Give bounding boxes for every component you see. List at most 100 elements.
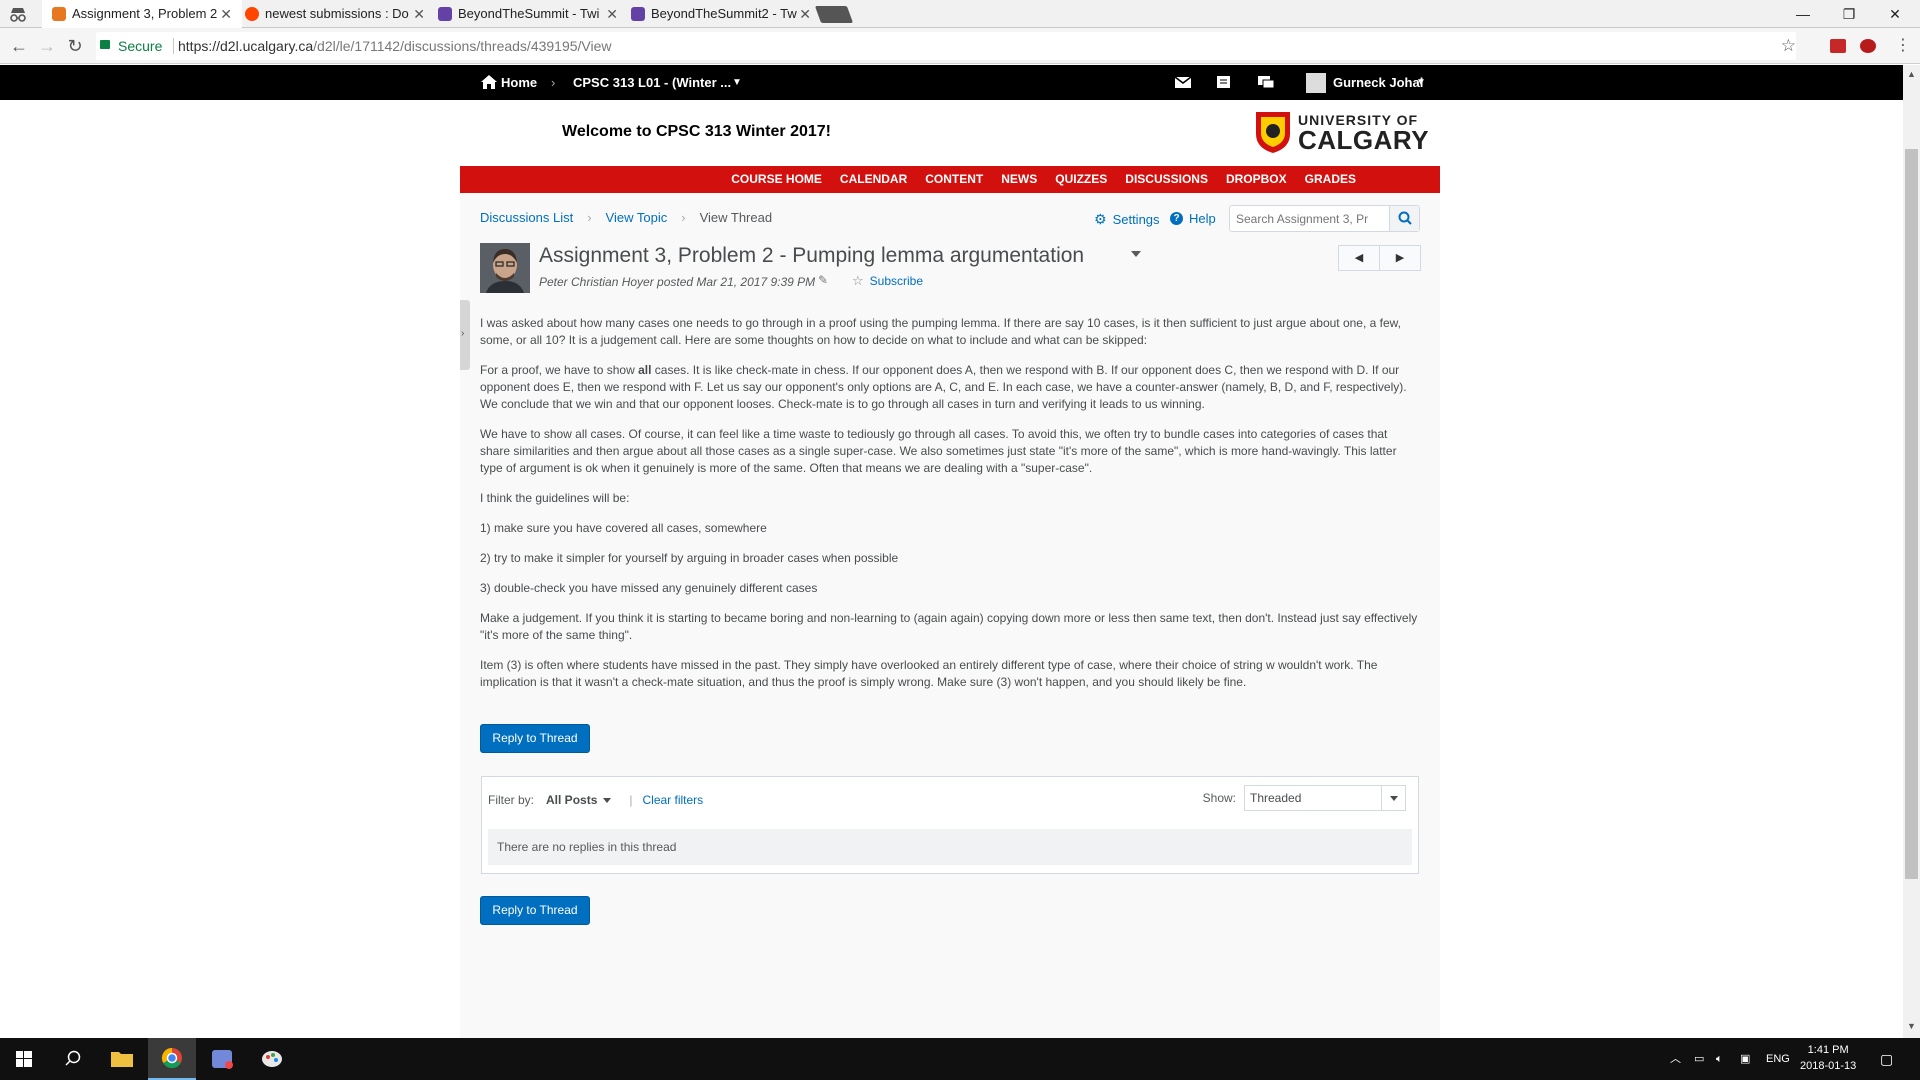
chrome-taskbar-button[interactable] [148, 1038, 196, 1080]
search-input[interactable] [1230, 206, 1390, 231]
paint-taskbar-button[interactable] [248, 1038, 296, 1080]
message-alerts-icon[interactable] [1174, 74, 1192, 90]
nav-content[interactable]: CONTENT [916, 166, 992, 193]
battery-icon[interactable]: ▭ [1694, 1038, 1704, 1080]
discord-taskbar-button[interactable] [198, 1038, 246, 1080]
search-icon [1398, 211, 1412, 225]
network-icon[interactable]: ▣ [1740, 1038, 1750, 1080]
search-button[interactable] [1389, 206, 1419, 231]
nav-course-home[interactable]: COURSE HOME [722, 166, 831, 193]
gear-icon: ⚙ [1094, 211, 1107, 227]
chevron-down-icon[interactable]: ▼ [732, 65, 742, 100]
update-alerts-icon[interactable] [1215, 74, 1233, 90]
nav-grades[interactable]: GRADES [1296, 166, 1365, 193]
bookmark-star-icon[interactable]: ☆ [1781, 32, 1796, 60]
url-host: https://d2l.ucalgary.ca [178, 38, 314, 54]
post-paragraph: Item (3) is often where students have mi… [480, 658, 1378, 689]
file-explorer-button[interactable] [98, 1038, 146, 1080]
view-mode-select[interactable]: Threaded [1244, 785, 1406, 811]
avatar-image [480, 243, 530, 293]
help-link[interactable]: ? Help [1170, 211, 1216, 226]
breadcrumb-view-topic[interactable]: View Topic [606, 210, 668, 225]
chevron-down-icon[interactable] [603, 797, 612, 803]
chrome-menu-icon[interactable]: ⋮ [1892, 36, 1914, 56]
settings-link[interactable]: ⚙ Settings [1094, 211, 1160, 228]
avatar[interactable] [1306, 73, 1326, 93]
user-menu[interactable]: Gurneck Johal [1333, 65, 1423, 100]
reply-to-thread-button-bottom[interactable]: Reply to Thread [480, 896, 590, 925]
breadcrumb-discussions-list[interactable]: Discussions List [480, 210, 573, 225]
view-mode-value: Threaded [1250, 791, 1302, 805]
course-selector[interactable]: CPSC 313 L01 - (Winter ... [573, 65, 731, 100]
close-tab-icon[interactable]: ✕ [220, 0, 232, 28]
triangle-left-icon: ◀ [1354, 252, 1364, 264]
nav-calendar[interactable]: CALENDAR [831, 166, 916, 193]
url-text[interactable]: https://d2l.ucalgary.ca/d2l/le/171142/di… [178, 32, 612, 60]
post-paragraph: Make a judgement. If you think it is sta… [480, 611, 1418, 642]
close-tab-icon[interactable]: ✕ [799, 0, 811, 28]
minimize-icon[interactable]: — [1780, 0, 1826, 28]
forward-icon[interactable]: → [36, 36, 58, 56]
page-scrollbar[interactable]: ▲ ▼ [1903, 65, 1920, 1038]
close-tab-icon[interactable]: ✕ [606, 0, 618, 28]
show-label: Show: [1202, 791, 1236, 805]
discord-icon [212, 1050, 233, 1069]
input-language[interactable]: ENG [1766, 1038, 1790, 1080]
subscribe-link[interactable]: ☆ Subscribe [852, 273, 923, 289]
thread-title: Assignment 3, Problem 2 - Pumping lemma … [539, 244, 1085, 267]
volume-icon[interactable]: 🔈︎ [1716, 1038, 1723, 1080]
chevron-down-icon[interactable]: ▼ [1416, 65, 1426, 100]
scrollbar-thumb[interactable] [1905, 149, 1918, 879]
incognito-icon [10, 8, 26, 22]
subscribe-label: Subscribe [869, 274, 924, 288]
breadcrumb: Discussions List › View Topic › View Thr… [480, 210, 772, 225]
browser-tab[interactable]: BeyondTheSummit2 - Tw ✕ [621, 0, 821, 28]
browser-tab[interactable]: Assignment 3, Problem 2 ✕ [42, 0, 242, 28]
address-bar-row: ← → ↻ Secure https://d2l.ucalgary.ca/d2l… [0, 28, 1920, 64]
reload-icon[interactable]: ↻ [64, 36, 86, 56]
extension-icon[interactable] [1830, 39, 1846, 53]
omnibox[interactable]: Secure https://d2l.ucalgary.ca/d2l/le/17… [96, 32, 1796, 60]
restore-icon[interactable]: ❐ [1826, 0, 1872, 28]
tab-title: Assignment 3, Problem 2 [72, 6, 218, 21]
action-center-icon[interactable]: ▢ [1880, 1038, 1893, 1080]
next-thread-button[interactable]: ▶ [1379, 245, 1421, 271]
empty-replies-message: There are no replies in this thread [488, 829, 1412, 865]
home-icon[interactable] [480, 74, 498, 90]
university-logo[interactable]: UNIVERSITY OF CALGARY [1254, 108, 1429, 156]
nav-quizzes[interactable]: QUIZZES [1046, 166, 1116, 193]
course-welcome-title: Welcome to CPSC 313 Winter 2017! [562, 123, 831, 140]
clear-filters-link[interactable]: Clear filters [643, 793, 704, 807]
side-panel-toggle[interactable]: › [460, 300, 470, 370]
folder-icon [111, 1052, 133, 1067]
nav-discussions[interactable]: DISCUSSIONS [1116, 166, 1217, 193]
start-button[interactable] [0, 1038, 48, 1080]
nav-news[interactable]: NEWS [992, 166, 1046, 193]
scroll-up-icon[interactable]: ▲ [1907, 70, 1916, 79]
close-window-icon[interactable]: ✕ [1872, 0, 1918, 28]
taskbar-clock[interactable]: 1:41 PM 2018-01-13 [1800, 1042, 1856, 1074]
filter-label: Filter by: [488, 793, 535, 807]
ublock-icon[interactable] [1860, 39, 1876, 53]
post-paragraph: For a proof, we have to show all cases. … [480, 362, 1420, 413]
nav-dropbox[interactable]: DROPBOX [1217, 166, 1296, 193]
back-icon[interactable]: ← [8, 36, 30, 56]
close-tab-icon[interactable]: ✕ [413, 0, 425, 28]
previous-thread-button[interactable]: ◀ [1338, 245, 1380, 271]
tray-overflow-icon[interactable]: ︿ [1670, 1038, 1681, 1080]
subscription-alerts-icon[interactable] [1257, 74, 1275, 90]
chevron-down-icon[interactable] [1381, 786, 1405, 810]
chevron-right-icon: › [461, 328, 465, 339]
filter-dropdown[interactable]: All Posts [546, 793, 597, 807]
scroll-down-icon[interactable]: ▼ [1907, 1022, 1916, 1031]
thread-meta: Peter Christian Hoyer posted Mar 21, 201… [539, 275, 816, 289]
reply-to-thread-button[interactable]: Reply to Thread [480, 724, 590, 753]
chevron-right-icon: › [551, 75, 556, 90]
browser-tab[interactable]: newest submissions : Do ✕ [235, 0, 435, 28]
d2l-favicon-icon [52, 7, 66, 21]
search-button[interactable] [48, 1038, 96, 1080]
browser-tab[interactable]: BeyondTheSummit - Twi ✕ [428, 0, 628, 28]
new-tab-button[interactable] [814, 6, 854, 23]
home-link[interactable]: Home [501, 65, 537, 100]
thread-actions-chevron-icon[interactable] [1131, 251, 1141, 257]
